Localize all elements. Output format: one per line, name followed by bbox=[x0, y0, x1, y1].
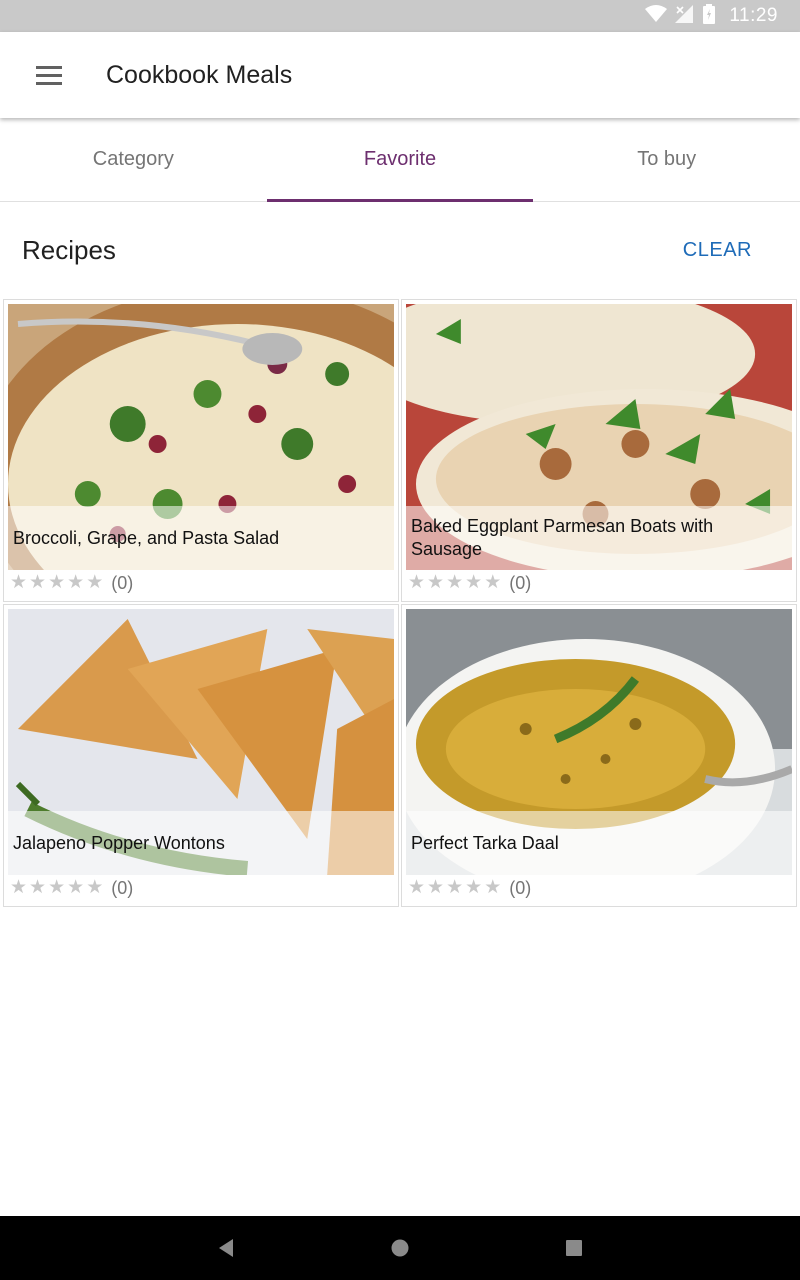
status-icons: 11:29 bbox=[645, 0, 778, 32]
star-icon: ★ bbox=[446, 572, 464, 593]
back-icon[interactable] bbox=[209, 1231, 243, 1265]
recipe-rating: ★ ★ ★ ★ ★ (0) bbox=[10, 876, 133, 900]
star-icon: ★ bbox=[484, 572, 502, 593]
star-icon: ★ bbox=[465, 877, 483, 898]
star-icon: ★ bbox=[427, 572, 445, 593]
star-icon: ★ bbox=[67, 572, 85, 593]
clear-button[interactable]: CLEAR bbox=[683, 202, 752, 298]
tab-favorite[interactable]: Favorite bbox=[266, 118, 534, 202]
star-icon: ★ bbox=[427, 877, 445, 898]
status-time: 11:29 bbox=[729, 5, 778, 26]
star-rating: ★ ★ ★ ★ ★ bbox=[10, 573, 103, 593]
recents-icon[interactable] bbox=[557, 1231, 591, 1265]
star-icon: ★ bbox=[446, 877, 464, 898]
star-icon: ★ bbox=[29, 572, 47, 593]
star-icon: ★ bbox=[484, 877, 502, 898]
recipe-title: Baked Eggplant Parmesan Boats with Sausa… bbox=[406, 506, 792, 570]
star-icon: ★ bbox=[408, 572, 426, 593]
app-bar: Cookbook Meals bbox=[0, 32, 800, 118]
recipe-image: Perfect Tarka Daal bbox=[406, 609, 792, 875]
star-rating: ★ ★ ★ ★ ★ bbox=[408, 573, 501, 593]
star-icon: ★ bbox=[408, 877, 426, 898]
tab-category[interactable]: Category bbox=[0, 118, 267, 201]
tab-bar: Category Favorite To buy bbox=[0, 118, 800, 202]
star-icon: ★ bbox=[86, 572, 104, 593]
star-icon: ★ bbox=[48, 877, 66, 898]
recipe-title: Jalapeno Popper Wontons bbox=[8, 811, 394, 875]
star-icon: ★ bbox=[465, 572, 483, 593]
star-icon: ★ bbox=[29, 877, 47, 898]
rating-count: (0) bbox=[111, 572, 134, 593]
recipe-image: Broccoli, Grape, and Pasta Salad bbox=[8, 304, 394, 570]
recipe-card[interactable]: Baked Eggplant Parmesan Boats with Sausa… bbox=[401, 299, 797, 602]
system-nav-bar bbox=[0, 1216, 800, 1280]
star-icon: ★ bbox=[10, 572, 28, 593]
tab-to-buy[interactable]: To buy bbox=[533, 118, 800, 201]
recipe-title: Broccoli, Grape, and Pasta Salad bbox=[8, 506, 394, 570]
recipe-grid: Broccoli, Grape, and Pasta Salad ★ ★ ★ ★… bbox=[2, 298, 798, 908]
section-title: Recipes bbox=[22, 235, 116, 265]
wifi-icon bbox=[645, 4, 668, 28]
star-icon: ★ bbox=[48, 572, 66, 593]
recipe-card[interactable]: Broccoli, Grape, and Pasta Salad ★ ★ ★ ★… bbox=[3, 299, 399, 602]
home-icon[interactable] bbox=[383, 1231, 417, 1265]
star-rating: ★ ★ ★ ★ ★ bbox=[10, 878, 103, 898]
menu-icon[interactable] bbox=[24, 54, 74, 96]
star-icon: ★ bbox=[86, 877, 104, 898]
recipe-title: Perfect Tarka Daal bbox=[406, 811, 792, 875]
star-rating: ★ ★ ★ ★ ★ bbox=[408, 878, 501, 898]
star-icon: ★ bbox=[67, 877, 85, 898]
recipe-image: Baked Eggplant Parmesan Boats with Sausa… bbox=[406, 304, 792, 570]
battery-icon bbox=[703, 3, 716, 29]
recipes-header: Recipes CLEAR bbox=[0, 202, 800, 298]
recipe-card[interactable]: Perfect Tarka Daal ★ ★ ★ ★ ★ (0) bbox=[401, 604, 797, 907]
star-icon: ★ bbox=[10, 877, 28, 898]
signal-icon bbox=[675, 4, 695, 28]
rating-count: (0) bbox=[509, 877, 532, 898]
app-title: Cookbook Meals bbox=[106, 61, 293, 89]
rating-count: (0) bbox=[509, 572, 532, 593]
recipe-card[interactable]: Jalapeno Popper Wontons ★ ★ ★ ★ ★ (0) bbox=[3, 604, 399, 907]
recipe-image: Jalapeno Popper Wontons bbox=[8, 609, 394, 875]
recipe-rating: ★ ★ ★ ★ ★ (0) bbox=[10, 571, 133, 595]
recipe-rating: ★ ★ ★ ★ ★ (0) bbox=[408, 876, 531, 900]
rating-count: (0) bbox=[111, 877, 134, 898]
recipe-rating: ★ ★ ★ ★ ★ (0) bbox=[408, 571, 531, 595]
status-bar: 11:29 bbox=[0, 0, 800, 32]
